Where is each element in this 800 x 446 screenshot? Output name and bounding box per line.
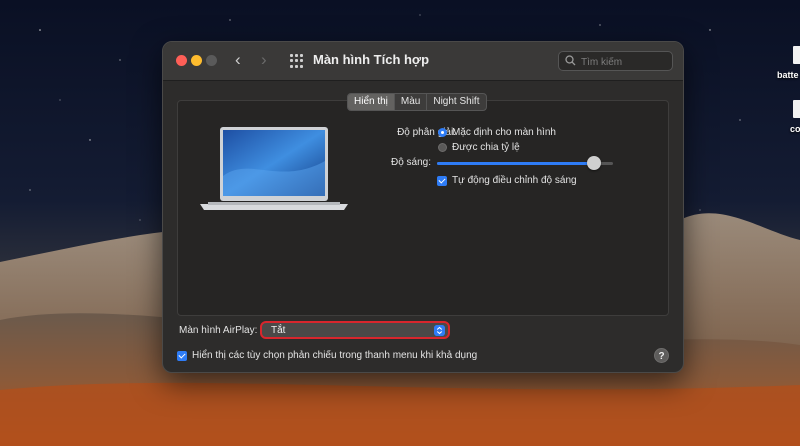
brightness-slider-knob[interactable] [586, 156, 601, 170]
airplay-label: Màn hình AirPlay: [179, 325, 258, 336]
display-preferences-window: ‹ › Màn hình Tích hợp Hiển thị Màu Night… [162, 41, 684, 373]
auto-brightness-label: Tự động điều chỉnh độ sáng [452, 175, 577, 186]
search-input[interactable] [579, 54, 673, 70]
desktop-file-icon[interactable] [793, 100, 800, 118]
resolution-scaled-option[interactable]: Được chia tỷ lệ [438, 142, 520, 153]
forward-arrow-icon[interactable]: › [261, 50, 267, 70]
tab-bar: Hiển thị Màu Night Shift [347, 93, 487, 111]
title-bar: ‹ › Màn hình Tích hợp [163, 42, 683, 81]
auto-brightness-option[interactable]: Tự động điều chỉnh độ sáng [437, 175, 577, 186]
resolution-scaled-label: Được chia tỷ lệ [452, 142, 520, 153]
airplay-selected-value: Tắt [271, 325, 286, 336]
show-mirroring-options-option[interactable]: Hiển thị các tùy chọn phản chiếu trong t… [177, 350, 477, 361]
resolution-default-option[interactable]: Mặc định cho màn hình [438, 127, 556, 138]
checkbox-checked-icon[interactable] [437, 175, 447, 186]
brightness-label: Độ sáng: [390, 157, 431, 168]
radio-selected-icon[interactable] [438, 128, 447, 137]
help-button[interactable]: ? [654, 348, 669, 363]
close-button[interactable] [176, 55, 187, 66]
desktop-icon-label[interactable]: batte [777, 70, 799, 80]
show-mirroring-options-label: Hiển thị các tùy chọn phản chiếu trong t… [192, 350, 478, 361]
airplay-display-select[interactable]: Tắt [260, 321, 450, 339]
laptop-display-icon [200, 127, 348, 210]
search-field[interactable] [558, 51, 673, 71]
search-icon [565, 55, 576, 66]
tab-color[interactable]: Màu [393, 94, 426, 110]
desktop-icon-label[interactable]: co [790, 124, 800, 134]
resolution-default-label: Mặc định cho màn hình [452, 127, 556, 138]
back-arrow-icon[interactable]: ‹ [235, 50, 241, 70]
show-all-grid-icon[interactable] [290, 54, 304, 68]
brightness-slider[interactable] [437, 156, 613, 170]
chevron-updown-icon [434, 325, 445, 336]
tab-display[interactable]: Hiển thị [348, 94, 394, 110]
zoom-button[interactable] [206, 55, 217, 66]
tab-night-shift[interactable]: Night Shift [426, 94, 485, 110]
radio-unselected-icon[interactable] [438, 143, 447, 152]
minimize-button[interactable] [191, 55, 202, 66]
checkbox-checked-icon[interactable] [177, 350, 187, 361]
window-title: Màn hình Tích hợp [313, 52, 430, 67]
brightness-slider-fill [437, 162, 594, 165]
desktop-file-icon[interactable] [793, 46, 800, 64]
